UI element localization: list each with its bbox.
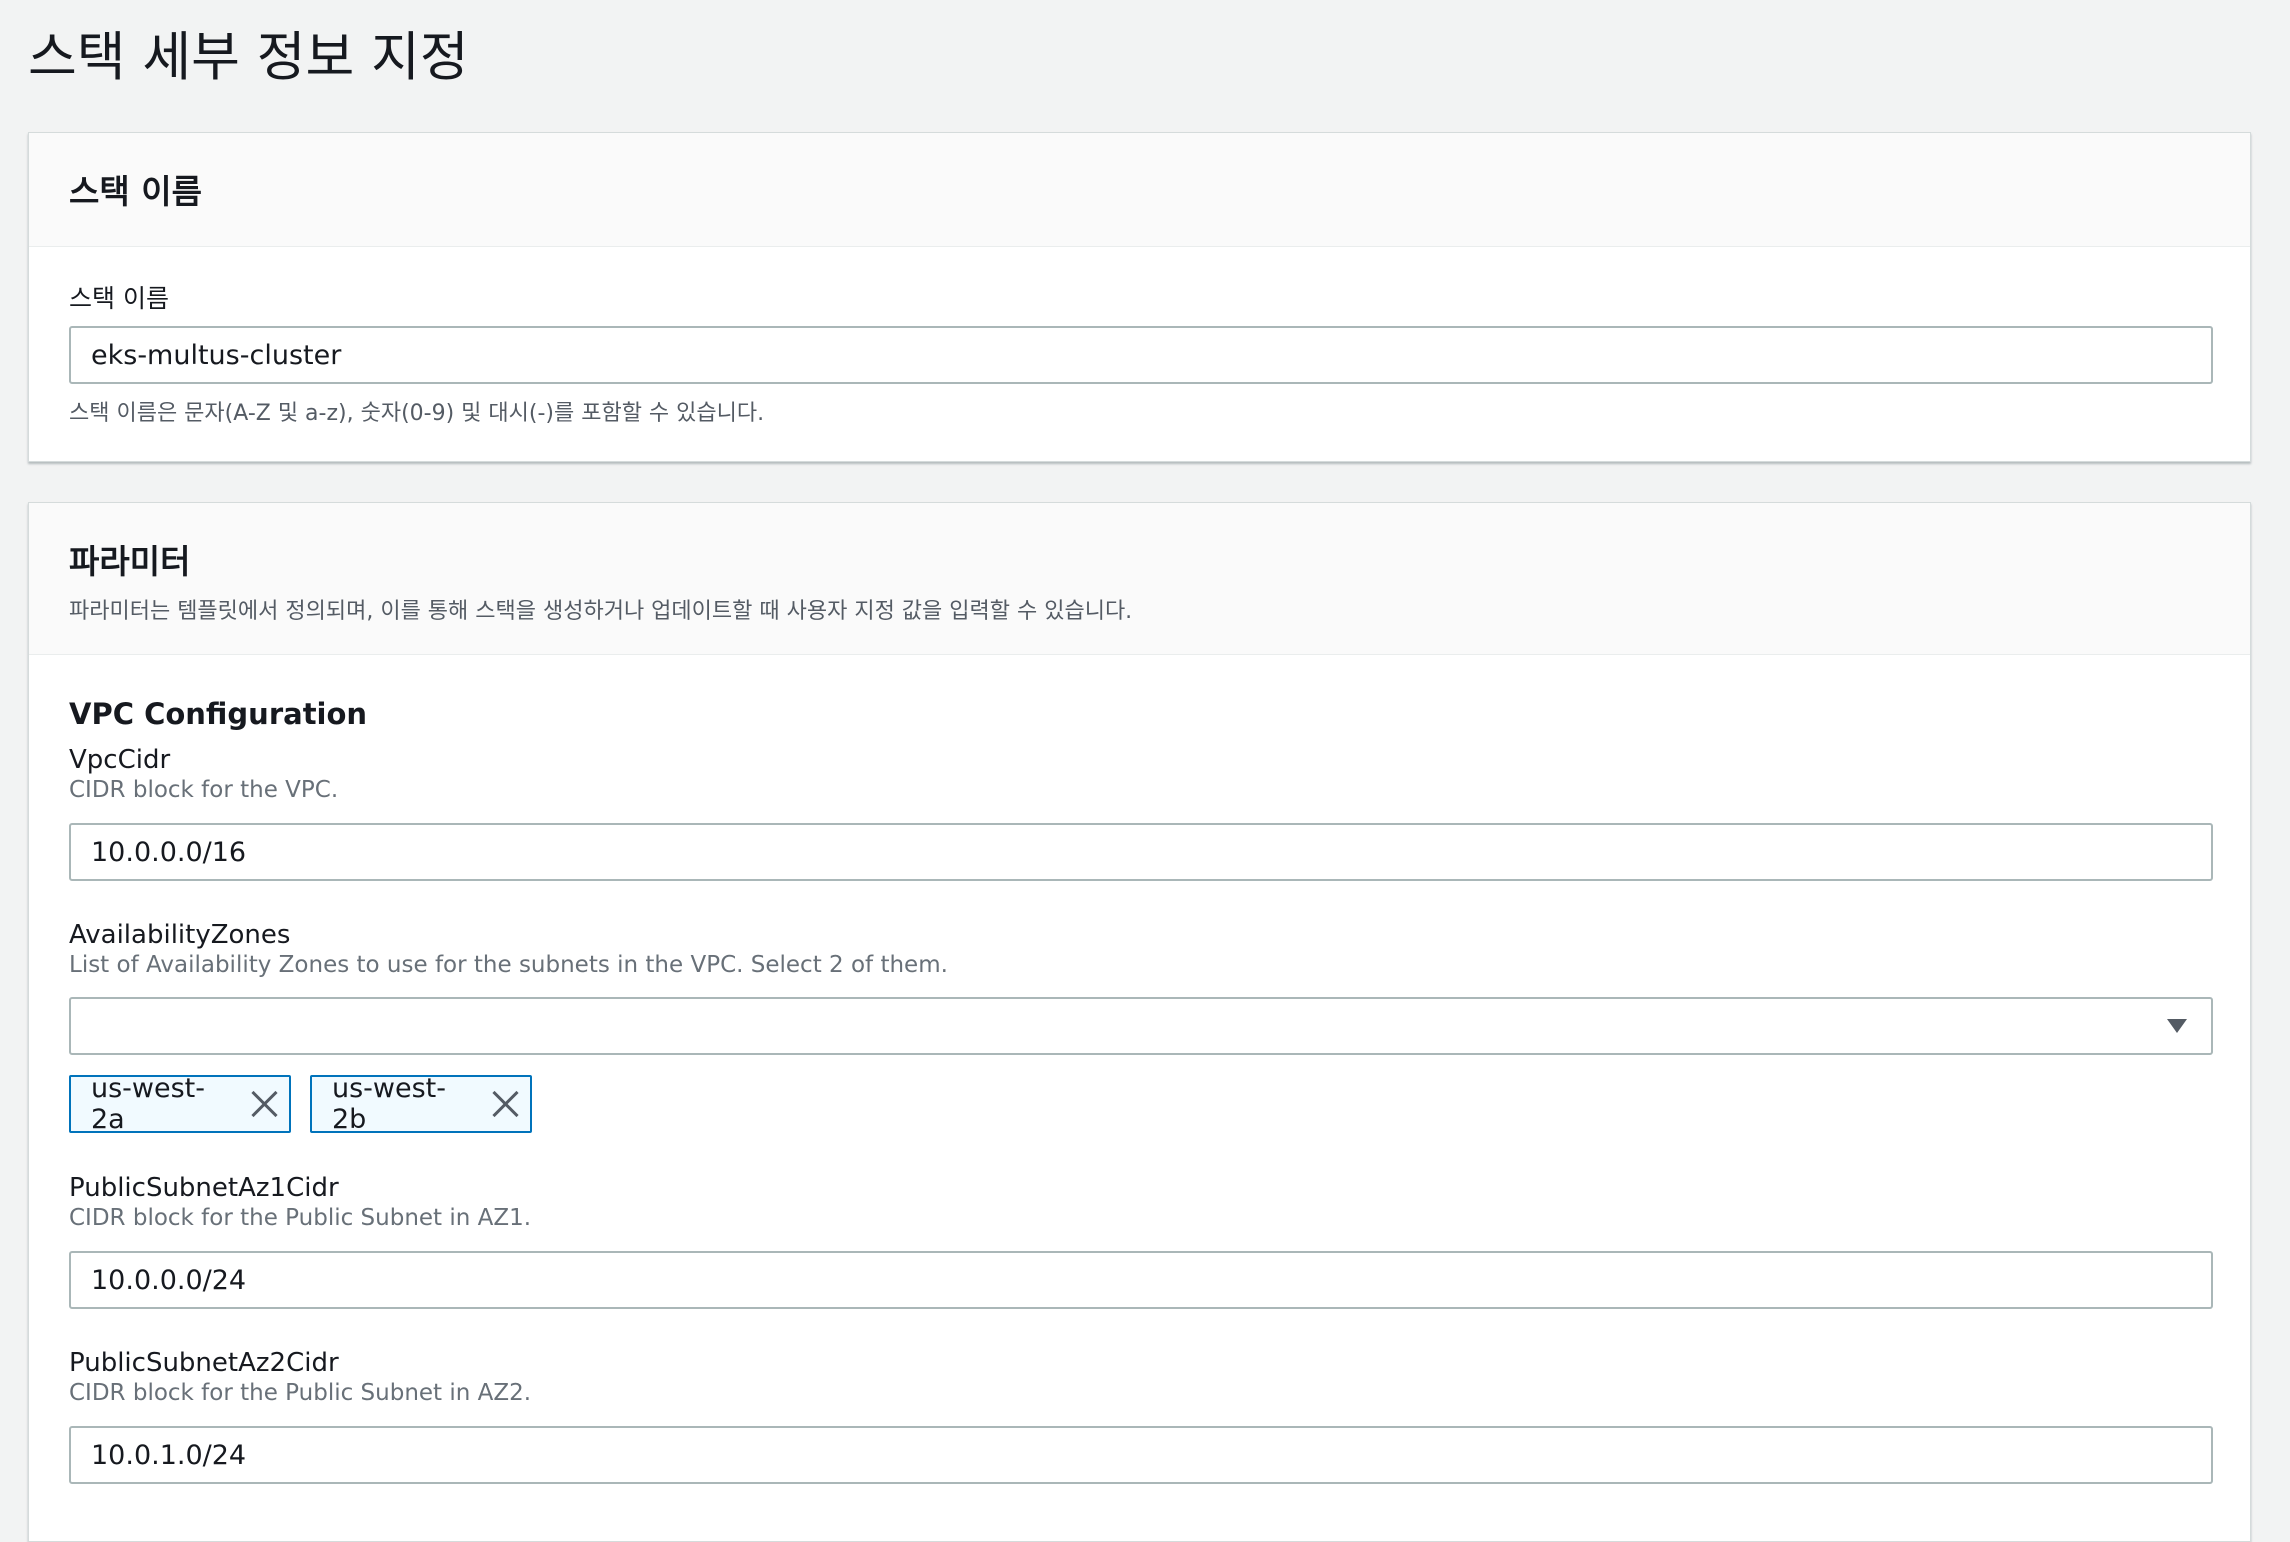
parameters-panel-description: 파라미터는 템플릿에서 정의되며, 이를 통해 스택을 생성하거나 업데이트할 …	[69, 599, 1133, 624]
public-subnet-az2-cidr-label: PublicSubnetAz2Cidr	[69, 1348, 339, 1378]
az-token-label: us-west-2a	[91, 1073, 206, 1135]
stack-name-panel-header: 스택 이름	[29, 133, 2250, 247]
vpccidr-description: CIDR block for the VPC.	[69, 777, 339, 803]
az-token-us-west-2a: us-west-2a	[69, 1073, 291, 1135]
stack-name-input[interactable]	[69, 326, 2213, 384]
public-subnet-az2-cidr-description: CIDR block for the Public Subnet in AZ2.	[69, 1380, 532, 1406]
remove-token-icon[interactable]	[249, 1089, 277, 1119]
az-token-us-west-2b: us-west-2b	[310, 1073, 532, 1135]
public-subnet-az2-cidr-input[interactable]	[69, 1426, 2213, 1484]
stack-name-panel-title: 스택 이름	[69, 172, 202, 211]
public-subnet-az1-cidr-label: PublicSubnetAz1Cidr	[69, 1173, 339, 1203]
availability-zones-description: List of Availability Zones to use for th…	[69, 952, 948, 978]
parameters-panel-header: 파라미터 파라미터는 템플릿에서 정의되며, 이를 통해 스택을 생성하거나 업…	[29, 503, 2250, 655]
parameters-panel-title: 파라미터	[69, 542, 191, 581]
public-subnet-az1-cidr-input[interactable]	[69, 1251, 2213, 1309]
vpc-configuration-heading: VPC Configuration	[69, 697, 368, 731]
az-token-label: us-west-2b	[332, 1073, 447, 1135]
public-subnet-az1-cidr-description: CIDR block for the Public Subnet in AZ1.	[69, 1205, 532, 1231]
remove-token-icon[interactable]	[490, 1089, 518, 1119]
page-title: 스택 세부 정보 지정	[28, 27, 469, 88]
vpccidr-label: VpcCidr	[69, 745, 171, 775]
stack-name-label: 스택 이름	[69, 284, 169, 313]
availability-zones-label: AvailabilityZones	[69, 920, 291, 950]
availability-zones-select[interactable]	[69, 997, 2213, 1055]
caret-down-icon[interactable]	[2167, 1019, 2187, 1033]
stack-name-panel: 스택 이름 스택 이름 스택 이름은 문자(A-Z 및 a-z), 숫자(0-9…	[28, 132, 2251, 462]
parameters-panel: 파라미터 파라미터는 템플릿에서 정의되며, 이를 통해 스택을 생성하거나 업…	[28, 502, 2251, 1542]
stack-name-help-text: 스택 이름은 문자(A-Z 및 a-z), 숫자(0-9) 및 대시(-)를 포…	[69, 401, 765, 426]
vpccidr-input[interactable]	[69, 823, 2213, 881]
availability-zones-tokens: us-west-2a us-west-2b	[69, 1073, 669, 1135]
